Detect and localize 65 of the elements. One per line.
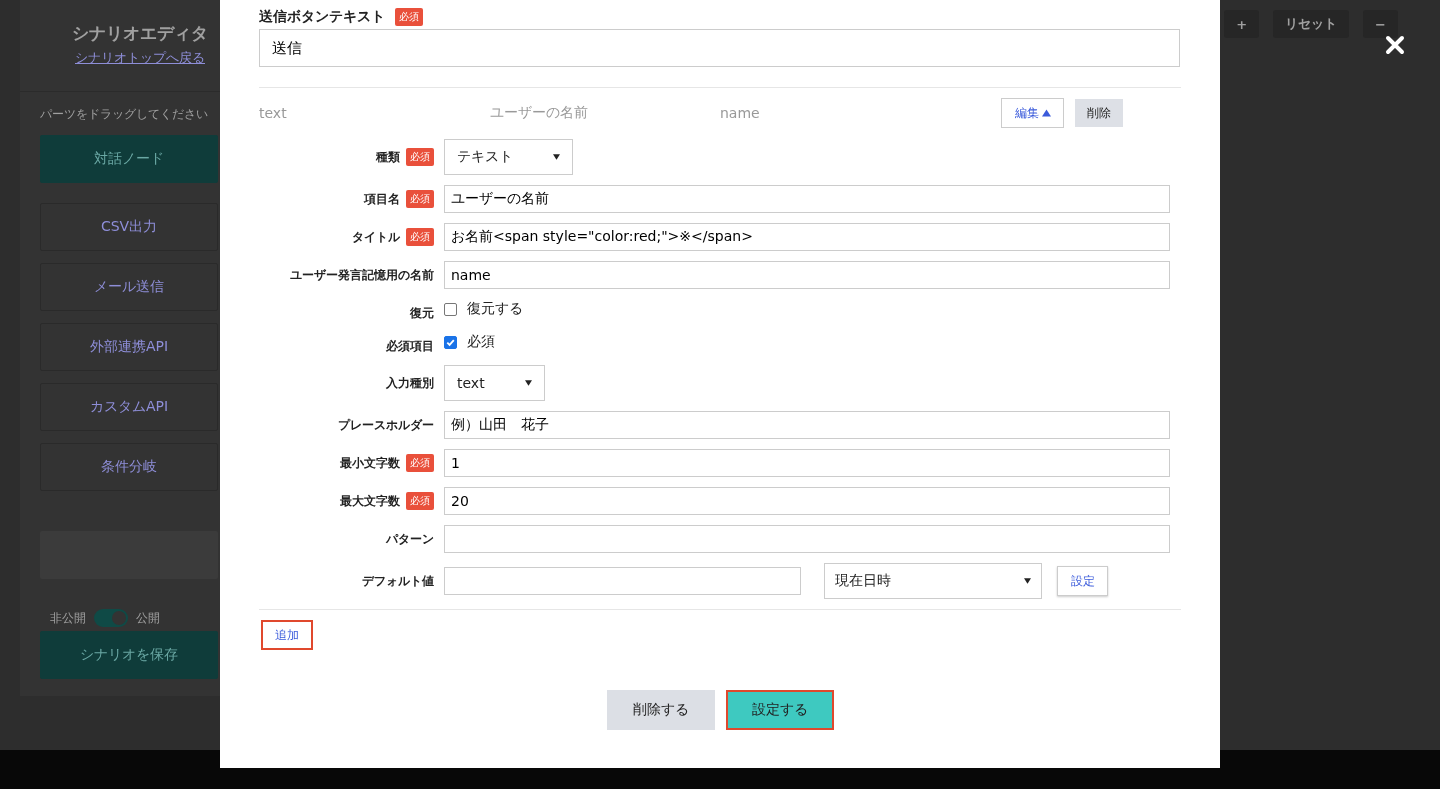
toolbar-button[interactable]: −: [1363, 10, 1398, 38]
item-type: text: [259, 105, 288, 121]
dropdown-icon: [524, 380, 532, 386]
required-badge: 必須: [395, 8, 423, 26]
field-label: ユーザー発言記憶用の名前: [290, 266, 434, 284]
checkbox-label: 復元する: [467, 300, 523, 318]
part-button[interactable]: メール送信: [40, 263, 218, 311]
back-link[interactable]: シナリオトップへ戻る: [75, 49, 205, 67]
input-field[interactable]: 20: [444, 487, 1170, 515]
delete-all-button[interactable]: 削除する: [606, 690, 715, 730]
field-label: 送信ボタンテキスト: [259, 8, 385, 26]
checkbox[interactable]: [444, 302, 457, 316]
private-label: 非公開: [50, 609, 86, 627]
submit-text-field[interactable]: 送信: [259, 29, 1180, 67]
input-field[interactable]: お名前<span style="color:red;">※</span>: [444, 223, 1170, 251]
part-button[interactable]: カスタムAPI: [40, 383, 218, 431]
select-field[interactable]: テキスト: [444, 139, 573, 175]
input-field[interactable]: 1: [444, 449, 1170, 477]
input-field[interactable]: 例）山田 花子: [444, 411, 1170, 439]
field-label: 種類: [376, 148, 400, 166]
edit-button[interactable]: 編集: [1001, 98, 1064, 128]
dropdown-icon: [553, 154, 560, 160]
field-label: 最小文字数: [340, 454, 400, 472]
field-label: 復元: [410, 305, 434, 322]
field-label: タイトル: [352, 228, 400, 246]
field-label: デフォルト値: [362, 572, 434, 590]
triangle-up-icon: [1041, 109, 1051, 117]
public-label: 公開: [136, 609, 160, 627]
required-badge: 必須: [406, 492, 434, 510]
editor-title: シナリオエディタ: [72, 22, 208, 45]
checkbox[interactable]: [444, 335, 457, 349]
visibility-toggle[interactable]: [94, 609, 128, 627]
part-button[interactable]: 対話ノード: [40, 135, 218, 183]
field-label: 必須項目: [386, 338, 434, 355]
part-button[interactable]: 条件分岐: [40, 443, 218, 491]
part-button[interactable]: CSV出力: [40, 203, 218, 251]
field-label: パターン: [386, 530, 434, 548]
drag-hint: パーツをドラッグしてください: [40, 106, 208, 123]
item-name: ユーザーの名前: [490, 104, 589, 122]
set-button[interactable]: 設定: [1057, 566, 1108, 596]
field-label: 入力種別: [386, 374, 434, 392]
field-label: プレースホルダー: [338, 416, 434, 434]
input-field[interactable]: [444, 525, 1170, 553]
field-label: 項目名: [364, 190, 400, 208]
required-badge: 必須: [406, 454, 434, 472]
input-field[interactable]: name: [444, 261, 1170, 289]
close-icon[interactable]: [1385, 35, 1405, 55]
input-field[interactable]: ユーザーの名前: [444, 185, 1170, 213]
item-key: name: [720, 105, 1001, 121]
input-field[interactable]: [444, 567, 801, 595]
dropdown-icon: [1024, 578, 1031, 584]
toolbar-button[interactable]: +: [1224, 10, 1260, 38]
part-button[interactable]: 外部連携API: [40, 323, 218, 371]
checkbox-label: 必須: [467, 333, 495, 351]
add-button[interactable]: 追加: [261, 620, 313, 650]
save-button[interactable]: シナリオを保存: [40, 631, 218, 679]
required-badge: 必須: [406, 190, 434, 208]
required-badge: 必須: [406, 148, 434, 166]
required-badge: 必須: [406, 228, 434, 246]
select-field[interactable]: text: [444, 365, 545, 401]
field-label: 最大文字数: [340, 492, 400, 510]
toolbar-button[interactable]: リセット: [1273, 10, 1350, 38]
submit-button[interactable]: 設定する: [725, 690, 834, 730]
select-field[interactable]: 現在日時: [824, 563, 1042, 599]
delete-button[interactable]: 削除: [1075, 99, 1123, 127]
